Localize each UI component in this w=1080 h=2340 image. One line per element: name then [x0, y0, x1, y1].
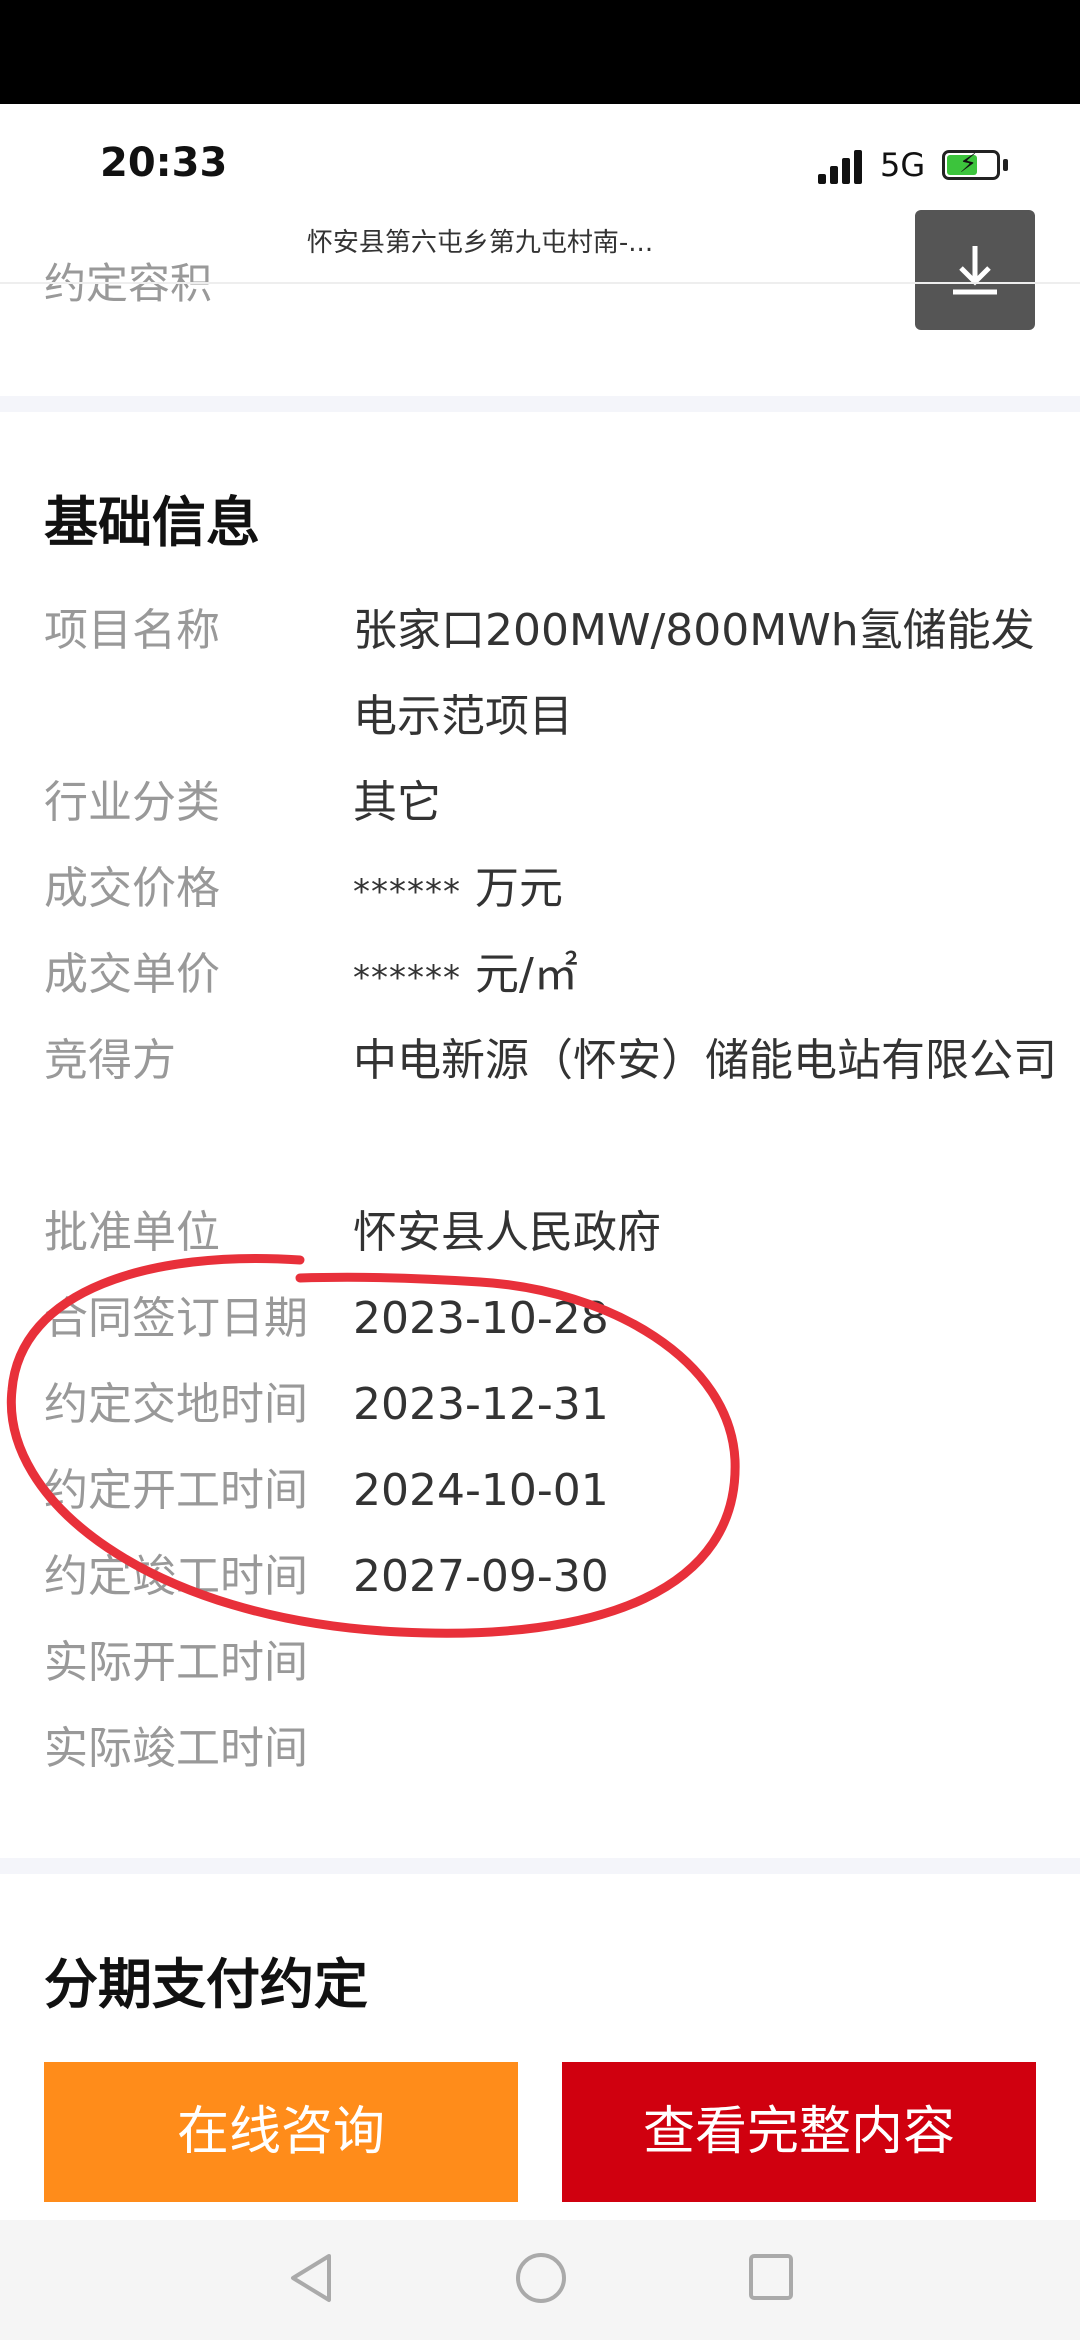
status-time: 20:33: [100, 140, 228, 186]
row-label: 实际开工时间: [44, 1637, 308, 1688]
basic-info-title: 基础信息: [44, 491, 260, 554]
row-value: 2023-10-28: [353, 1293, 609, 1344]
online-consult-button[interactable]: 在线咨询: [44, 2062, 518, 2202]
system-nav-bar: [0, 2220, 1080, 2340]
camera-cutout-bar: [0, 0, 1080, 104]
nav-home-icon[interactable]: [514, 2248, 568, 2308]
info-row-winner: 竞得方 中电新源（怀安）储能电站有限公司: [44, 1018, 1057, 1190]
masked-value: ******: [353, 958, 461, 998]
header-divider: [0, 282, 1080, 284]
row-value: ****** 万元: [353, 846, 1073, 935]
section-separator: [0, 396, 1080, 412]
info-row-contract-date: 合同签订日期 2023-10-28: [44, 1276, 1044, 1362]
unit: 元/㎡: [475, 949, 578, 1000]
row-value: 2027-09-30: [353, 1551, 609, 1602]
info-row-price: 成交价格 ****** 万元: [44, 846, 1044, 932]
row-label: 项目名称: [44, 605, 220, 656]
info-row-unit-price: 成交单价 ****** 元/㎡: [44, 932, 1044, 1018]
nav-recent-icon[interactable]: [746, 2250, 796, 2306]
masked-value: ******: [353, 872, 461, 912]
row-value: 怀安县人民政府: [353, 1207, 661, 1258]
download-button[interactable]: [915, 210, 1035, 330]
row-value: 中电新源（怀安）储能电站有限公司: [353, 1035, 1057, 1086]
info-row-delivery-date: 约定交地时间 2023-12-31: [44, 1362, 1044, 1448]
section-separator: [0, 1858, 1080, 1874]
row-label: 竞得方: [44, 1035, 176, 1086]
row-label: 约定交地时间: [44, 1379, 308, 1430]
info-row-actual-completion: 实际竣工时间: [44, 1706, 1044, 1792]
signal-icon: [818, 148, 868, 184]
row-label: 成交价格: [44, 863, 220, 914]
info-row-approver: 批准单位 怀安县人民政府: [44, 1190, 1044, 1276]
row-label: 合同签订日期: [44, 1293, 308, 1344]
installment-title: 分期支付约定: [44, 1953, 368, 2016]
row-label: 实际竣工时间: [44, 1723, 308, 1774]
row-value: 张家口200MW/800MWh氢储能发电示范项目: [353, 605, 1035, 742]
page-title: 怀安县第六屯乡第九屯村南-...: [306, 228, 654, 258]
row-value: 其它: [353, 777, 441, 828]
bottom-action-bar: 在线咨询 查看完整内容: [0, 2040, 1080, 2220]
row-label: 行业分类: [44, 777, 220, 828]
battery-tip: [1003, 159, 1008, 171]
view-full-content-button[interactable]: 查看完整内容: [562, 2062, 1036, 2202]
row-value: 2024-10-01: [353, 1465, 609, 1516]
info-row-project-name: 项目名称 张家口200MW/800MWh氢储能发电示范项目: [44, 588, 1044, 760]
nav-back-icon[interactable]: [285, 2248, 335, 2308]
row-label: 成交单价: [44, 949, 220, 1000]
info-row-completion-date: 约定竣工时间 2027-09-30: [44, 1534, 1044, 1620]
row-value: 2023-12-31: [353, 1379, 609, 1430]
row-value: ****** 元/㎡: [353, 932, 1073, 1021]
download-icon: [953, 246, 997, 295]
network-type: 5G: [880, 146, 926, 184]
row-label: 约定开工时间: [44, 1465, 308, 1516]
battery-icon: ⚡: [942, 149, 1000, 180]
row-label: 约定竣工时间: [44, 1551, 308, 1602]
info-row-actual-start: 实际开工时间: [44, 1620, 1044, 1706]
info-row-industry: 行业分类 其它: [44, 760, 1044, 846]
unit: 万元: [475, 863, 563, 914]
info-row-start-date: 约定开工时间 2024-10-01: [44, 1448, 1044, 1534]
row-label: 批准单位: [44, 1207, 220, 1258]
